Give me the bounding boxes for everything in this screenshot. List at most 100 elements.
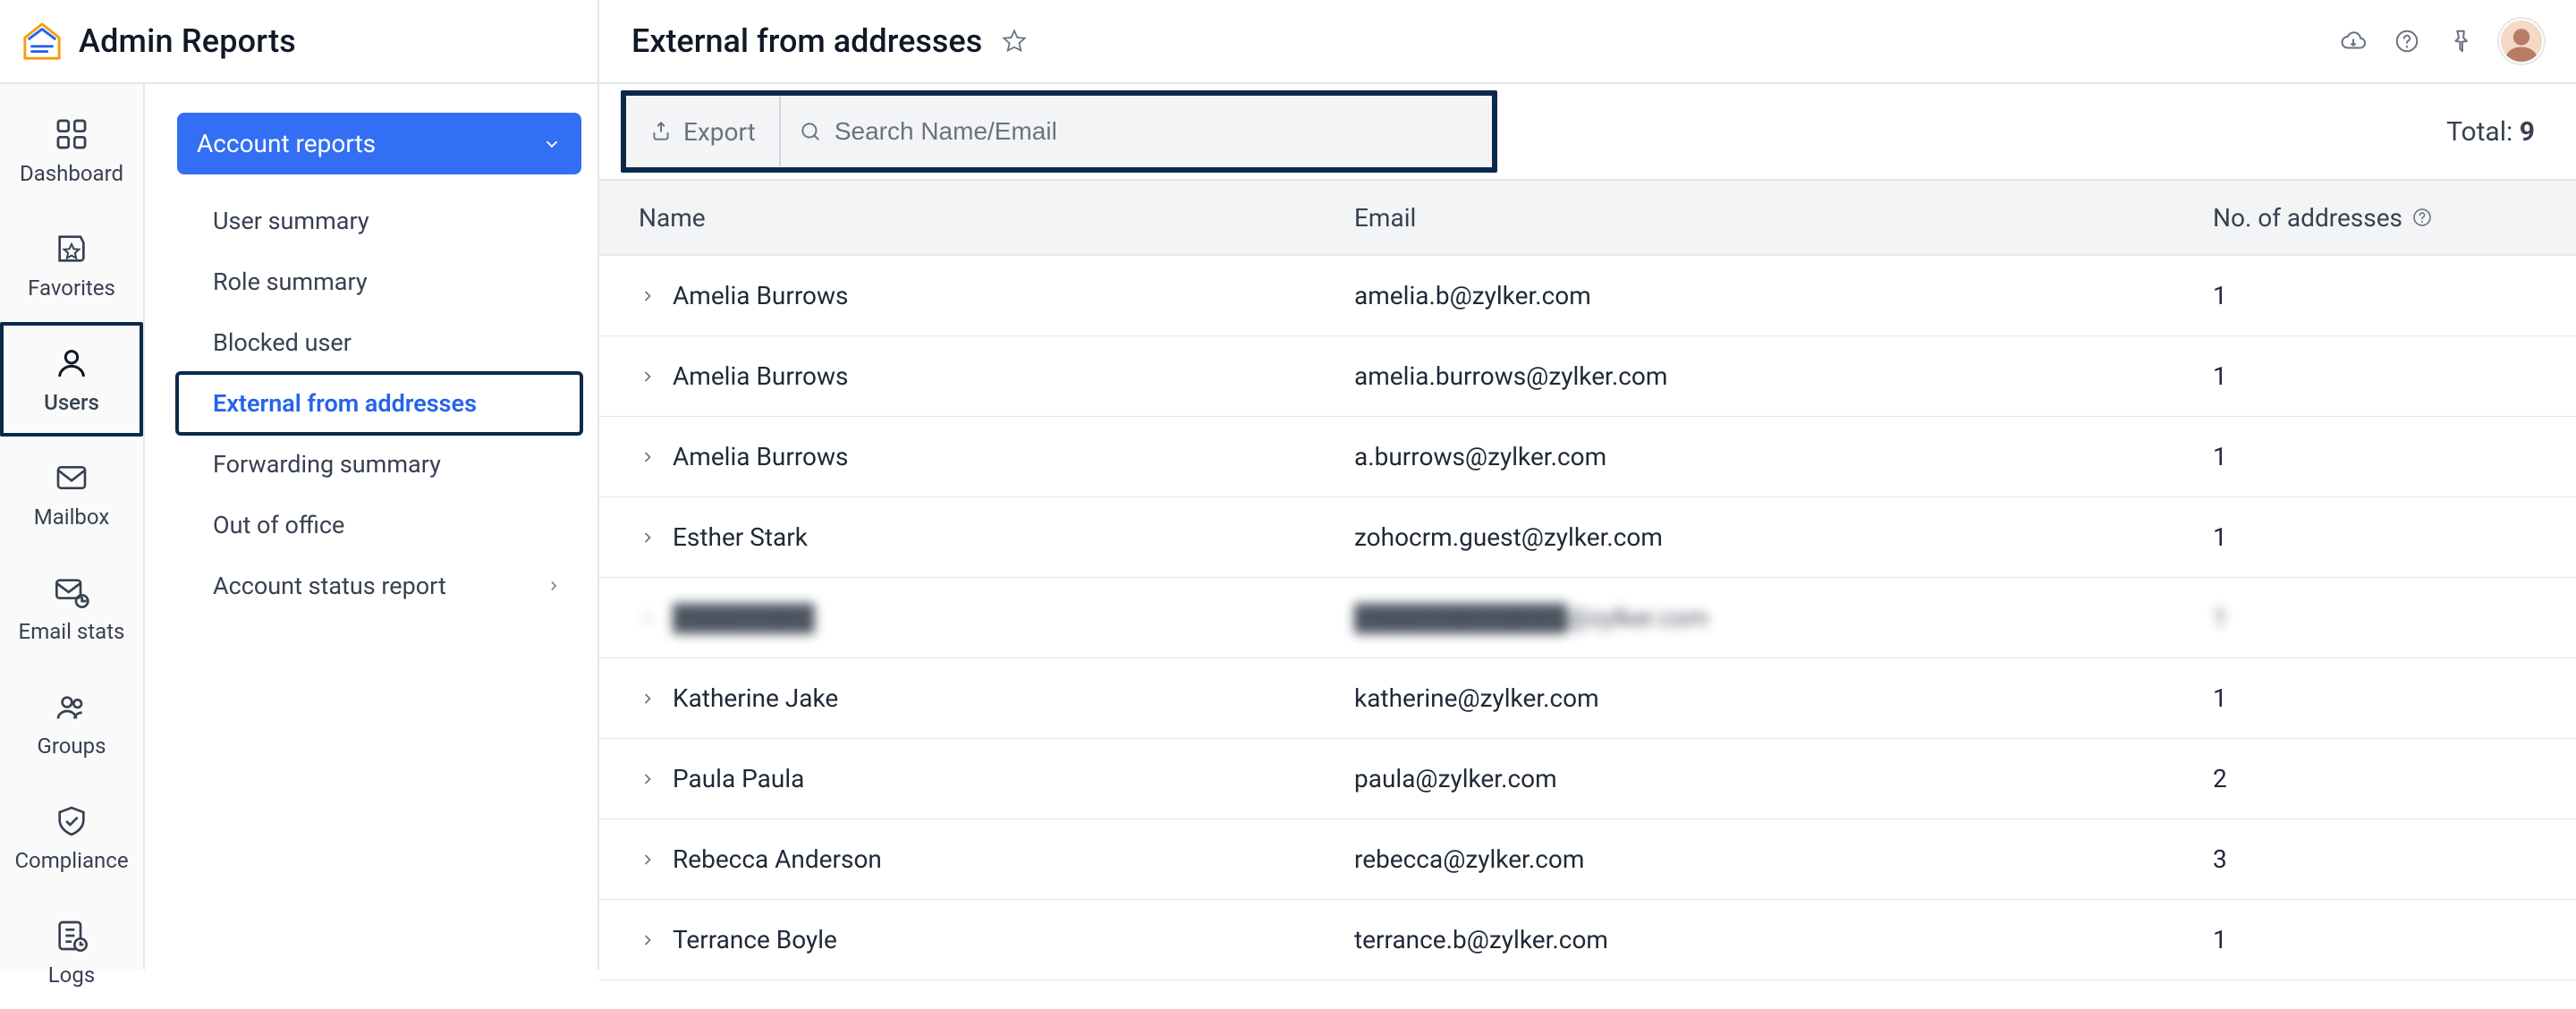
rail-item-logs[interactable]: Logs (0, 895, 143, 1009)
export-icon (649, 120, 673, 143)
row-addresses: 1 (2213, 442, 2537, 471)
row-addresses: 1 (2213, 925, 2537, 954)
chevron-right-icon (639, 287, 657, 305)
rail-label: Groups (37, 733, 106, 759)
row-email: ████████████@zylker.com (1354, 603, 2213, 632)
sidebar-item-label: Account status report (213, 572, 446, 600)
row-name: Amelia Burrows (673, 442, 849, 471)
mail-stats-icon (52, 572, 91, 612)
sidebar-item-external-from-addresses[interactable]: External from addresses (177, 373, 581, 434)
sidebar-item-account-status-report[interactable]: Account status report (177, 555, 581, 616)
chevron-right-icon (639, 609, 657, 627)
chevron-right-icon (546, 578, 562, 594)
row-addresses: 2 (2213, 764, 2537, 793)
table-row[interactable]: ████████ ████████████@zylker.com 1 (599, 578, 2576, 658)
table-row[interactable]: Amelia Burrows amelia.burrows@zylker.com… (599, 336, 2576, 417)
star-badge-icon (52, 229, 91, 268)
pin-icon[interactable] (2445, 26, 2476, 56)
app-title: Admin Reports (79, 22, 296, 60)
avatar[interactable] (2499, 19, 2544, 64)
table-row[interactable]: Esther Stark zohocrm.guest@zylker.com 1 (599, 497, 2576, 578)
rail-label: Dashboard (20, 161, 123, 186)
export-label: Export (683, 117, 756, 147)
search-input[interactable] (835, 117, 1371, 146)
help-icon[interactable] (2392, 26, 2422, 56)
rail-item-groups[interactable]: Groups (0, 666, 143, 780)
row-email: rebecca@zylker.com (1354, 844, 2213, 874)
th-email: Email (1354, 203, 2213, 233)
row-email: terrance.b@zylker.com (1354, 925, 2213, 954)
row-name: Terrance Boyle (673, 925, 837, 954)
th-name: Name (639, 203, 1354, 233)
rail-item-dashboard[interactable]: Dashboard (0, 93, 143, 208)
th-addresses-label: No. of addresses (2213, 203, 2402, 233)
row-email: a.burrows@zylker.com (1354, 442, 2213, 471)
sidebar-section-account-reports[interactable]: Account reports (177, 113, 581, 174)
row-addresses: 3 (2213, 844, 2537, 874)
sidebar-item-forwarding-summary[interactable]: Forwarding summary (177, 434, 581, 495)
row-name: Paula Paula (673, 764, 804, 793)
toolbar-box: Export (621, 90, 1497, 173)
chevron-right-icon (639, 851, 657, 869)
row-addresses: 1 (2213, 522, 2537, 552)
search-wrap (781, 97, 1389, 166)
rail-item-email-stats[interactable]: Email stats (0, 551, 143, 666)
table-row[interactable]: Katherine Jake katherine@zylker.com 1 (599, 658, 2576, 739)
row-name: Rebecca Anderson (673, 844, 882, 874)
rail-label: Compliance (14, 848, 128, 873)
mail-icon (52, 458, 91, 497)
sidebar-item-label: Blocked user (213, 328, 352, 357)
row-name: Amelia Burrows (673, 361, 849, 391)
page-title: External from addresses (631, 22, 982, 60)
rail-item-users[interactable]: Users (0, 322, 143, 437)
row-addresses: 1 (2213, 683, 2537, 713)
sidebar-item-blocked-user[interactable]: Blocked user (177, 312, 581, 373)
chevron-right-icon (639, 529, 657, 547)
row-name: ████████ (673, 603, 815, 632)
chevron-right-icon (639, 368, 657, 386)
table-row[interactable]: Amelia Burrows a.burrows@zylker.com 1 (599, 417, 2576, 497)
rail-label: Logs (48, 962, 95, 988)
rail-item-mailbox[interactable]: Mailbox (0, 437, 143, 551)
th-addresses: No. of addresses (2213, 203, 2537, 233)
topbar: Admin Reports External from addresses (0, 0, 2576, 84)
chevron-right-icon (639, 690, 657, 708)
rail-label: Users (44, 390, 99, 415)
sidebar-item-label: External from addresses (213, 389, 477, 418)
sidebar-item-label: Out of office (213, 511, 344, 539)
sidebar-section-label: Account reports (197, 129, 376, 158)
export-button[interactable]: Export (626, 97, 781, 166)
favorite-star-icon[interactable] (1000, 27, 1029, 55)
help-icon[interactable] (2411, 207, 2433, 228)
chevron-right-icon (639, 770, 657, 788)
row-name: Esther Stark (673, 522, 808, 552)
row-email: paula@zylker.com (1354, 764, 2213, 793)
cloud-download-icon[interactable] (2338, 26, 2368, 56)
sidebar-item-label: User summary (213, 207, 369, 235)
table-body: Amelia Burrows amelia.b@zylker.com 1 Ame… (599, 256, 2576, 980)
topbar-icons (2338, 19, 2544, 64)
table-row[interactable]: Terrance Boyle terrance.b@zylker.com 1 (599, 900, 2576, 980)
table-header: Name Email No. of addresses (599, 181, 2576, 256)
chevron-right-icon (639, 448, 657, 466)
total-count: Total: 9 (2446, 116, 2535, 148)
row-name: Amelia Burrows (673, 281, 849, 310)
table-row[interactable]: Amelia Burrows amelia.b@zylker.com 1 (599, 256, 2576, 336)
row-name: Katherine Jake (673, 683, 838, 713)
rail-item-favorites[interactable]: Favorites (0, 208, 143, 322)
topbar-left: Admin Reports (0, 0, 599, 83)
sidebar-item-role-summary[interactable]: Role summary (177, 251, 581, 312)
table-row[interactable]: Paula Paula paula@zylker.com 2 (599, 739, 2576, 819)
row-addresses: 1 (2213, 281, 2537, 310)
rail-item-compliance[interactable]: Compliance (0, 780, 143, 895)
sidebar-item-label: Role summary (213, 267, 368, 296)
logs-icon (52, 916, 91, 955)
chevron-down-icon (542, 134, 562, 154)
table-row[interactable]: Rebecca Anderson rebecca@zylker.com 3 (599, 819, 2576, 900)
rail-label: Email stats (19, 619, 125, 644)
app-logo-icon (21, 21, 63, 62)
total-label: Total: (2446, 116, 2512, 148)
sidebar-item-out-of-office[interactable]: Out of office (177, 495, 581, 555)
rail-label: Favorites (28, 276, 115, 301)
sidebar-item-user-summary[interactable]: User summary (177, 191, 581, 251)
